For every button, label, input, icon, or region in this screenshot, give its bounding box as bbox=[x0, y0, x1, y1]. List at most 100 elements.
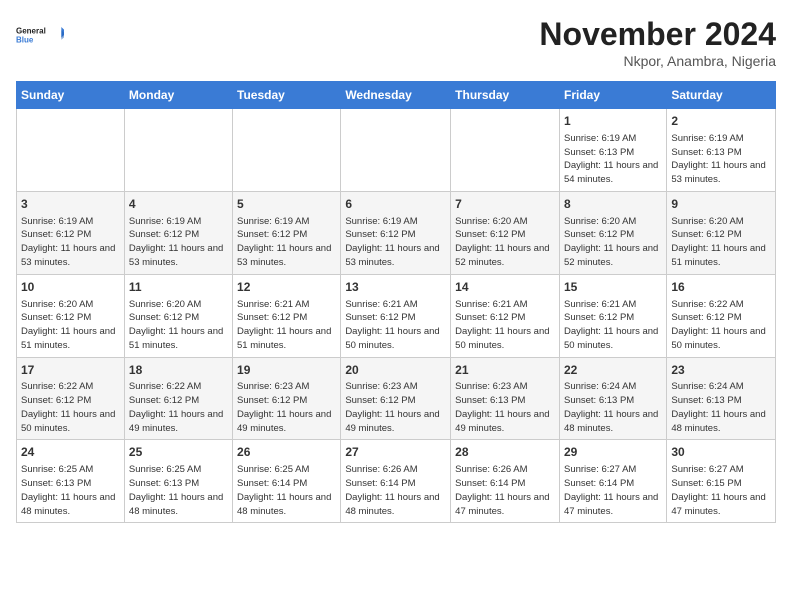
calendar-cell bbox=[451, 109, 560, 192]
location: Nkpor, Anambra, Nigeria bbox=[539, 53, 776, 69]
day-number: 21 bbox=[455, 362, 555, 379]
day-number: 27 bbox=[345, 444, 446, 461]
day-number: 8 bbox=[564, 196, 662, 213]
title-block: November 2024 Nkpor, Anambra, Nigeria bbox=[539, 16, 776, 69]
day-number: 11 bbox=[129, 279, 228, 296]
calendar-cell: 24 Sunrise: 6:25 AMSunset: 6:13 PMDayligh… bbox=[17, 440, 125, 523]
calendar-cell: 2Sunrise: 6:19 AMSunset: 6:13 PMDaylight… bbox=[667, 109, 776, 192]
day-number: 18 bbox=[129, 362, 228, 379]
header-day-monday: Monday bbox=[124, 82, 232, 109]
day-info: Sunrise: 6:26 AMSunset: 6:14 PMDaylight:… bbox=[455, 463, 555, 518]
day-number: 25 bbox=[129, 444, 228, 461]
calendar-cell: 6 Sunrise: 6:19 AMSunset: 6:12 PMDaylight… bbox=[341, 191, 451, 274]
calendar-cell: 28 Sunrise: 6:26 AMSunset: 6:14 PMDayligh… bbox=[451, 440, 560, 523]
calendar-cell bbox=[124, 109, 232, 192]
day-number: 26 bbox=[237, 444, 336, 461]
day-number: 15 bbox=[564, 279, 662, 296]
day-info: Sunrise: 6:25 AMSunset: 6:14 PMDaylight:… bbox=[237, 463, 336, 518]
calendar-cell: 20Sunrise: 6:23 AMSunset: 6:12 PMDayligh… bbox=[341, 357, 451, 440]
day-info: Sunrise: 6:22 AMSunset: 6:12 PMDaylight:… bbox=[129, 380, 228, 435]
logo-svg: General Blue bbox=[16, 16, 64, 54]
calendar-cell: 14 Sunrise: 6:21 AMSunset: 6:12 PMDayligh… bbox=[451, 274, 560, 357]
day-number: 20 bbox=[345, 362, 446, 379]
day-info: Sunrise: 6:19 AMSunset: 6:12 PMDaylight:… bbox=[345, 215, 446, 270]
week-row-3: 10Sunrise: 6:20 AMSunset: 6:12 PMDayligh… bbox=[17, 274, 776, 357]
day-info: Sunrise: 6:23 AMSunset: 6:12 PMDaylight:… bbox=[237, 380, 336, 435]
day-number: 1 bbox=[564, 113, 662, 130]
day-number: 24 bbox=[21, 444, 120, 461]
header-day-friday: Friday bbox=[559, 82, 666, 109]
calendar-cell: 15 Sunrise: 6:21 AMSunset: 6:12 PMDayligh… bbox=[559, 274, 666, 357]
day-number: 23 bbox=[671, 362, 771, 379]
header-day-wednesday: Wednesday bbox=[341, 82, 451, 109]
calendar-cell: 1 Sunrise: 6:19 AMSunset: 6:13 PMDaylight… bbox=[559, 109, 666, 192]
day-number: 3 bbox=[21, 196, 120, 213]
day-info: Sunrise: 6:21 AMSunset: 6:12 PMDaylight:… bbox=[237, 298, 336, 353]
day-info: Sunrise: 6:27 AMSunset: 6:15 PMDaylight:… bbox=[671, 463, 771, 518]
calendar-cell bbox=[233, 109, 341, 192]
calendar-cell: 30 Sunrise: 6:27 AMSunset: 6:15 PMDayligh… bbox=[667, 440, 776, 523]
day-number: 19 bbox=[237, 362, 336, 379]
calendar-cell: 27 Sunrise: 6:26 AMSunset: 6:14 PMDayligh… bbox=[341, 440, 451, 523]
day-number: 17 bbox=[21, 362, 120, 379]
day-number: 4 bbox=[129, 196, 228, 213]
day-info: Sunrise: 6:25 AMSunset: 6:13 PMDaylight:… bbox=[21, 463, 120, 518]
calendar-cell: 11Sunrise: 6:20 AMSunset: 6:12 PMDayligh… bbox=[124, 274, 232, 357]
header-day-thursday: Thursday bbox=[451, 82, 560, 109]
header-day-sunday: Sunday bbox=[17, 82, 125, 109]
calendar-cell: 8 Sunrise: 6:20 AMSunset: 6:12 PMDaylight… bbox=[559, 191, 666, 274]
day-info: Sunrise: 6:20 AMSunset: 6:12 PMDaylight:… bbox=[671, 215, 771, 270]
calendar-cell: 26 Sunrise: 6:25 AMSunset: 6:14 PMDayligh… bbox=[233, 440, 341, 523]
calendar-cell: 17Sunrise: 6:22 AMSunset: 6:12 PMDayligh… bbox=[17, 357, 125, 440]
calendar-cell: 23Sunrise: 6:24 AMSunset: 6:13 PMDayligh… bbox=[667, 357, 776, 440]
calendar-cell: 22Sunrise: 6:24 AMSunset: 6:13 PMDayligh… bbox=[559, 357, 666, 440]
week-row-1: 1 Sunrise: 6:19 AMSunset: 6:13 PMDaylight… bbox=[17, 109, 776, 192]
week-row-5: 24 Sunrise: 6:25 AMSunset: 6:13 PMDayligh… bbox=[17, 440, 776, 523]
header-day-tuesday: Tuesday bbox=[233, 82, 341, 109]
day-info: Sunrise: 6:26 AMSunset: 6:14 PMDaylight:… bbox=[345, 463, 446, 518]
calendar-header: SundayMondayTuesdayWednesdayThursdayFrid… bbox=[17, 82, 776, 109]
day-number: 28 bbox=[455, 444, 555, 461]
day-number: 29 bbox=[564, 444, 662, 461]
calendar-cell: 9 Sunrise: 6:20 AMSunset: 6:12 PMDaylight… bbox=[667, 191, 776, 274]
day-number: 6 bbox=[345, 196, 446, 213]
day-number: 30 bbox=[671, 444, 771, 461]
calendar-table: SundayMondayTuesdayWednesdayThursdayFrid… bbox=[16, 81, 776, 523]
day-info: Sunrise: 6:23 AMSunset: 6:13 PMDaylight:… bbox=[455, 380, 555, 435]
day-info: Sunrise: 6:20 AMSunset: 6:12 PMDaylight:… bbox=[564, 215, 662, 270]
day-info: Sunrise: 6:20 AMSunset: 6:12 PMDaylight:… bbox=[455, 215, 555, 270]
page-header: General Blue November 2024 Nkpor, Anambr… bbox=[16, 16, 776, 69]
day-number: 22 bbox=[564, 362, 662, 379]
day-number: 10 bbox=[21, 279, 120, 296]
day-info: Sunrise: 6:24 AMSunset: 6:13 PMDaylight:… bbox=[671, 380, 771, 435]
day-number: 7 bbox=[455, 196, 555, 213]
logo: General Blue bbox=[16, 16, 64, 54]
calendar-cell: 4Sunrise: 6:19 AMSunset: 6:12 PMDaylight… bbox=[124, 191, 232, 274]
day-info: Sunrise: 6:21 AMSunset: 6:12 PMDaylight:… bbox=[455, 298, 555, 353]
svg-text:Blue: Blue bbox=[16, 35, 34, 44]
day-number: 5 bbox=[237, 196, 336, 213]
calendar-cell: 21Sunrise: 6:23 AMSunset: 6:13 PMDayligh… bbox=[451, 357, 560, 440]
header-day-saturday: Saturday bbox=[667, 82, 776, 109]
calendar-body: 1 Sunrise: 6:19 AMSunset: 6:13 PMDaylight… bbox=[17, 109, 776, 523]
day-info: Sunrise: 6:21 AMSunset: 6:12 PMDaylight:… bbox=[564, 298, 662, 353]
calendar-cell: 19Sunrise: 6:23 AMSunset: 6:12 PMDayligh… bbox=[233, 357, 341, 440]
day-number: 14 bbox=[455, 279, 555, 296]
day-info: Sunrise: 6:22 AMSunset: 6:12 PMDaylight:… bbox=[21, 380, 120, 435]
day-info: Sunrise: 6:19 AMSunset: 6:13 PMDaylight:… bbox=[564, 132, 662, 187]
calendar-cell: 5 Sunrise: 6:19 AMSunset: 6:12 PMDaylight… bbox=[233, 191, 341, 274]
day-info: Sunrise: 6:22 AMSunset: 6:12 PMDaylight:… bbox=[671, 298, 771, 353]
svg-text:General: General bbox=[16, 26, 46, 35]
header-row: SundayMondayTuesdayWednesdayThursdayFrid… bbox=[17, 82, 776, 109]
calendar-cell: 10Sunrise: 6:20 AMSunset: 6:12 PMDayligh… bbox=[17, 274, 125, 357]
week-row-4: 17Sunrise: 6:22 AMSunset: 6:12 PMDayligh… bbox=[17, 357, 776, 440]
day-number: 9 bbox=[671, 196, 771, 213]
day-number: 12 bbox=[237, 279, 336, 296]
calendar-cell: 16 Sunrise: 6:22 AMSunset: 6:12 PMDayligh… bbox=[667, 274, 776, 357]
calendar-cell: 12 Sunrise: 6:21 AMSunset: 6:12 PMDayligh… bbox=[233, 274, 341, 357]
day-info: Sunrise: 6:19 AMSunset: 6:12 PMDaylight:… bbox=[237, 215, 336, 270]
day-info: Sunrise: 6:24 AMSunset: 6:13 PMDaylight:… bbox=[564, 380, 662, 435]
calendar-cell bbox=[341, 109, 451, 192]
day-number: 16 bbox=[671, 279, 771, 296]
calendar-cell: 7 Sunrise: 6:20 AMSunset: 6:12 PMDaylight… bbox=[451, 191, 560, 274]
